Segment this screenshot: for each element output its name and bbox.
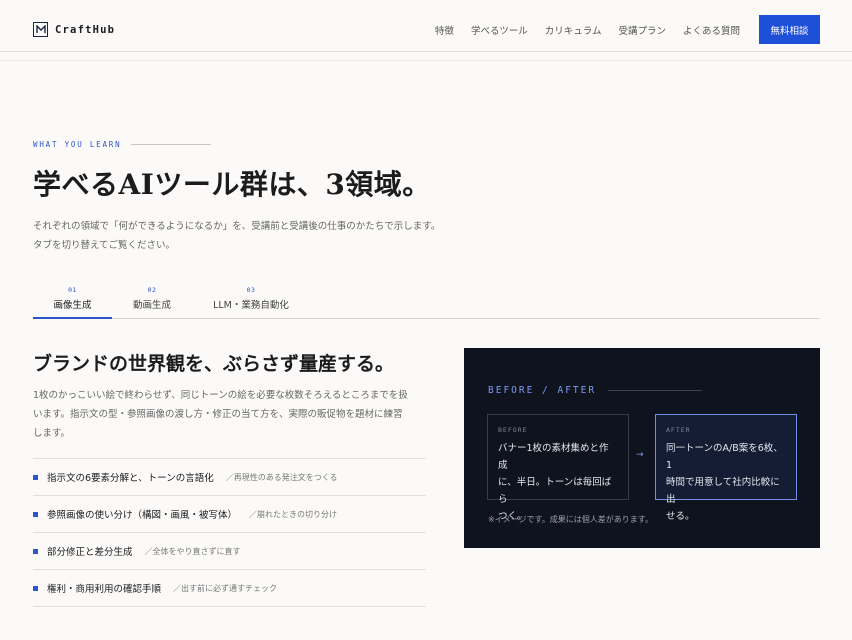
- after-text: 同一トーンのA/B案を6枚、1 時間で用意して社内比較に出 せる。: [666, 440, 786, 525]
- tab-llm-automation[interactable]: 03 LLM・業務自動化: [209, 286, 293, 319]
- divider: [0, 60, 852, 61]
- after-label: AFTER: [666, 426, 691, 434]
- content-title: ブランドの世界観を、ぶらさず量産する。: [33, 353, 395, 375]
- tab-number: 01: [68, 286, 77, 294]
- before-card: BEFORE バナー1枚の素材集めと作成 に、半日。トーンは毎回ばら つく。: [487, 414, 629, 522]
- free-consultation-button[interactable]: 無料相談: [759, 15, 820, 44]
- before-line: バナー1枚の素材集めと作成: [498, 443, 609, 471]
- site-header: CraftHub 特徴 学べるツール カリキュラム 受講プラン よくある質問 無…: [0, 0, 852, 52]
- lead-line: それぞれの領域で「何ができるようになるか」を、受講前と受講後の仕事のかたちで示し…: [33, 221, 441, 232]
- bullet-square-icon: [33, 548, 38, 554]
- nav-curriculum[interactable]: カリキュラム: [545, 23, 602, 37]
- section-eyebrow: WHAT YOU LEARN: [33, 140, 212, 149]
- bullet-square-icon: [33, 585, 38, 591]
- lead-line: タブを切り替えてご覧ください。: [33, 240, 176, 251]
- tab-number: 02: [147, 286, 157, 294]
- feature-note: ／全体をやり直さずに直す: [144, 546, 241, 556]
- tab-label: 画像生成: [53, 300, 92, 311]
- feature-item: 部分修正と差分生成 ／全体をやり直さずに直す: [33, 533, 426, 570]
- arrow-right-icon: →: [636, 450, 644, 460]
- desc-line: 1枚のかっこいい絵で終わらせず、同じトーンの絵を必要な枚数そろえるところまでを扱: [33, 390, 408, 401]
- main-nav: 特徴 学べるツール カリキュラム 受講プラン よくある質問: [418, 23, 740, 37]
- after-line: せる。: [666, 511, 695, 522]
- after-line: 同一トーンのA/B案を6枚、1: [666, 443, 783, 471]
- panel-heading-text: BEFORE / AFTER: [488, 385, 597, 396]
- tool-tabs: 01 画像生成 02 動画生成 03 LLM・業務自動化: [33, 286, 820, 319]
- nav-faq[interactable]: よくある質問: [683, 23, 740, 37]
- feature-main: 権利・商用利用の確認手順: [47, 584, 162, 595]
- tab-image-generation[interactable]: 01 画像生成: [33, 286, 112, 319]
- desc-line: います。指示文の型・参照画像の渡し方・修正の当て方を、実際の販促物を題材に練習: [33, 409, 403, 420]
- tab-label: LLM・業務自動化: [213, 300, 289, 311]
- nav-tools[interactable]: 学べるツール: [471, 23, 528, 37]
- feature-list: 指示文の6要素分解と、トーンの言語化 ／再現性のある発注文をつくる 参照画像の使…: [33, 458, 426, 607]
- bullet-square-icon: [33, 511, 38, 517]
- feature-item: 参照画像の使い分け（構図・画風・被写体） ／崩れたときの切り分け: [33, 496, 426, 533]
- feature-item: 指示文の6要素分解と、トーンの言語化 ／再現性のある発注文をつくる: [33, 459, 426, 496]
- feature-item: 権利・商用利用の確認手順 ／出す前に必ず通すチェック: [33, 570, 426, 607]
- panel-disclaimer: ※イメージです。成果には個人差があります。: [488, 515, 653, 524]
- eyebrow-text: WHAT YOU LEARN: [33, 140, 122, 149]
- content-description: 1枚のかっこいい絵で終わらせず、同じトーンの絵を必要な枚数そろえるところまでを扱…: [33, 386, 428, 443]
- feature-main: 部分修正と差分生成: [47, 547, 133, 558]
- section-lead: それぞれの領域で「何ができるようになるか」を、受講前と受講後の仕事のかたちで示し…: [33, 217, 440, 255]
- bullet-square-icon: [33, 474, 38, 480]
- before-after-panel: BEFORE / AFTER BEFORE バナー1枚の素材集めと作成 に、半日…: [464, 348, 820, 548]
- before-line: に、半日。トーンは毎回ばら: [498, 477, 612, 505]
- feature-main: 参照画像の使い分け（構図・画風・被写体）: [47, 510, 238, 521]
- feature-main: 指示文の6要素分解と、トーンの言語化: [47, 473, 214, 484]
- tab-video-generation[interactable]: 02 動画生成: [129, 286, 175, 319]
- panel-heading: BEFORE / AFTER: [488, 385, 703, 396]
- feature-note: ／再現性のある発注文をつくる: [225, 472, 338, 482]
- panel-heading-line: [608, 390, 703, 391]
- before-text: バナー1枚の素材集めと作成 に、半日。トーンは毎回ばら つく。: [498, 440, 618, 525]
- feature-note: ／出す前に必ず通すチェック: [173, 583, 278, 593]
- eyebrow-line: [131, 144, 212, 145]
- logo-mark-icon: [33, 22, 48, 37]
- nav-features[interactable]: 特徴: [435, 23, 454, 37]
- desc-line: します。: [33, 428, 71, 439]
- before-label: BEFORE: [498, 426, 528, 434]
- logo-text: CraftHub: [55, 23, 116, 36]
- after-line: 時間で用意して社内比較に出: [666, 477, 780, 505]
- feature-note: ／崩れたときの切り分け: [249, 509, 338, 519]
- tab-number: 03: [246, 286, 256, 294]
- tab-label: 動画生成: [132, 300, 171, 311]
- after-card: AFTER 同一トーンのA/B案を6枚、1 時間で用意して社内比較に出 せる。: [655, 414, 797, 522]
- logo[interactable]: CraftHub: [33, 22, 115, 37]
- nav-plans[interactable]: 受講プラン: [618, 23, 666, 37]
- section-headline: 学べるAIツール群は、3領域。: [33, 168, 431, 201]
